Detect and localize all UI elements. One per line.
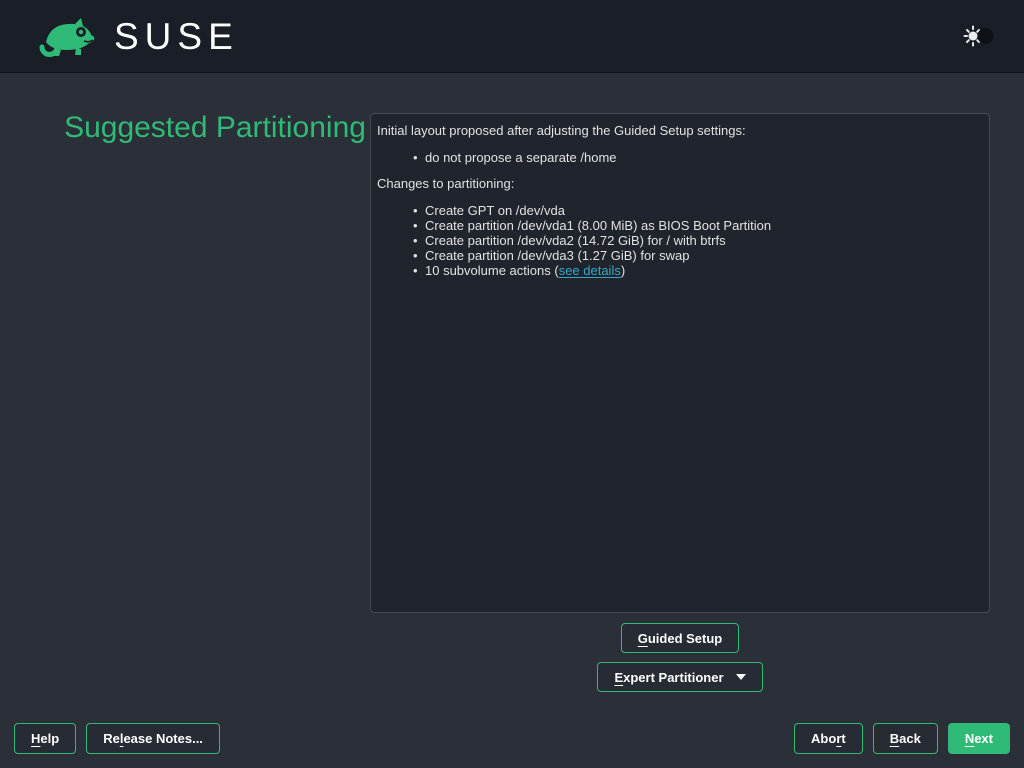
list-item: Create partition /dev/vda3 (1.27 GiB) fo… bbox=[415, 248, 983, 263]
see-details-link[interactable]: see details bbox=[559, 263, 621, 278]
button-label: Abo bbox=[811, 731, 836, 746]
list-item: 10 subvolume actions (see details) bbox=[415, 263, 983, 278]
list-item-text: ) bbox=[621, 263, 625, 278]
button-label: elp bbox=[40, 731, 59, 746]
button-label: xpert Partitioner bbox=[623, 670, 723, 685]
brand-wordmark: SUSE bbox=[114, 18, 239, 55]
button-label: Re bbox=[103, 731, 120, 746]
abort-button[interactable]: Abort bbox=[794, 723, 863, 754]
release-notes-button[interactable]: Release Notes... bbox=[86, 723, 220, 754]
button-label: ext bbox=[974, 731, 993, 746]
button-label: ack bbox=[899, 731, 921, 746]
button-label-mnemonic: H bbox=[31, 731, 40, 746]
list-item-text: Create partition /dev/vda3 (1.27 GiB) fo… bbox=[425, 248, 689, 263]
list-item-text: do not propose a separate /home bbox=[425, 150, 617, 165]
button-label: uided Setup bbox=[648, 631, 722, 646]
page-title: Suggested Partitioning bbox=[40, 106, 390, 150]
list-item-text: Create partition /dev/vda2 (14.72 GiB) f… bbox=[425, 233, 726, 248]
list-item-text: 10 subvolume actions ( bbox=[425, 263, 559, 278]
list-item-text: Create GPT on /dev/vda bbox=[425, 203, 565, 218]
list-item: do not propose a separate /home bbox=[415, 150, 983, 165]
button-label-mnemonic: N bbox=[965, 731, 974, 746]
suse-chameleon-icon bbox=[28, 13, 100, 59]
button-label: ease Notes... bbox=[123, 731, 203, 746]
chevron-down-icon bbox=[736, 674, 746, 680]
list-item: Create partition /dev/vda1 (8.00 MiB) as… bbox=[415, 218, 983, 233]
changes-heading: Changes to partitioning: bbox=[377, 176, 983, 192]
button-label-mnemonic: G bbox=[638, 631, 648, 646]
button-label-mnemonic: E bbox=[614, 670, 623, 685]
theme-toggle-button[interactable] bbox=[962, 24, 996, 48]
list-item: Create partition /dev/vda2 (14.72 GiB) f… bbox=[415, 233, 983, 248]
intro-list: do not propose a separate /home bbox=[377, 150, 983, 165]
list-item: Create GPT on /dev/vda bbox=[415, 203, 983, 218]
action-button-column: Guided Setup Expert Partitioner bbox=[370, 623, 990, 692]
proposal-summary-panel[interactable]: Initial layout proposed after adjusting … bbox=[370, 113, 990, 613]
changes-list: Create GPT on /dev/vda Create partition … bbox=[377, 203, 983, 278]
button-label: t bbox=[841, 731, 845, 746]
header-bar: SUSE bbox=[0, 0, 1024, 73]
footer-bar: Help Release Notes... Abort Back Next bbox=[14, 723, 1010, 754]
list-item-text: Create partition /dev/vda1 (8.00 MiB) as… bbox=[425, 218, 771, 233]
suse-logo: SUSE bbox=[28, 13, 239, 59]
next-button[interactable]: Next bbox=[948, 723, 1010, 754]
help-button[interactable]: Help bbox=[14, 723, 76, 754]
back-button[interactable]: Back bbox=[873, 723, 938, 754]
intro-text: Initial layout proposed after adjusting … bbox=[377, 123, 983, 139]
button-label-mnemonic: B bbox=[890, 731, 899, 746]
sun-moon-icon bbox=[963, 25, 995, 47]
guided-setup-button[interactable]: Guided Setup bbox=[621, 623, 740, 653]
expert-partitioner-button[interactable]: Expert Partitioner bbox=[597, 662, 762, 692]
